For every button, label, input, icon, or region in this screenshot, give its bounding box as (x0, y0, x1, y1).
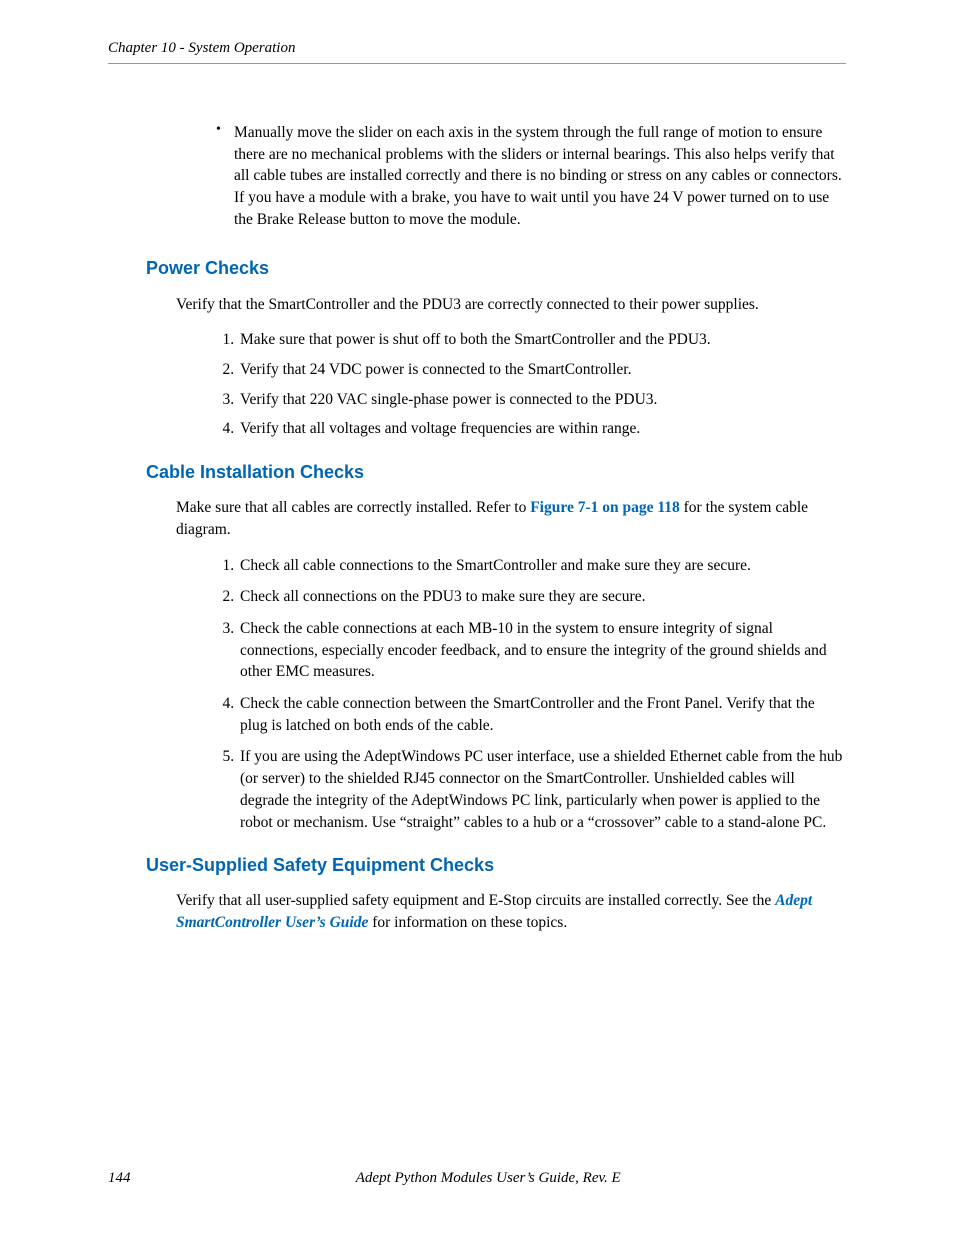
safety-post: for information on these topics. (368, 914, 567, 931)
list-item: Check the cable connection between the S… (238, 693, 846, 736)
cable-checks-list: Check all cable connections to the Smart… (198, 555, 846, 834)
list-item: If you are using the AdeptWindows PC use… (238, 746, 846, 833)
intro-bullet-text: Manually move the slider on each axis in… (234, 122, 846, 230)
intro-bullet-item: • Manually move the slider on each axis … (216, 122, 846, 230)
bullet-icon: • (216, 122, 234, 230)
list-item: Check the cable connections at each MB-1… (238, 618, 846, 683)
page-content: • Manually move the slider on each axis … (108, 122, 846, 934)
safety-pre: Verify that all user-supplied safety equ… (176, 892, 775, 909)
figure-link[interactable]: Figure 7-1 on page 118 (530, 499, 680, 516)
list-item: Verify that all voltages and voltage fre… (238, 418, 846, 440)
list-item: Verify that 24 VDC power is connected to… (238, 359, 846, 381)
power-checks-intro: Verify that the SmartController and the … (176, 294, 846, 316)
page-footer: 144 Adept Python Modules User’s Guide, R… (108, 1168, 846, 1189)
heading-safety-checks: User-Supplied Safety Equipment Checks (146, 853, 846, 878)
cable-checks-intro: Make sure that all cables are correctly … (176, 497, 846, 540)
list-item: Check all cable connections to the Smart… (238, 555, 846, 577)
running-header: Chapter 10 - System Operation (108, 38, 846, 64)
list-item: Make sure that power is shut off to both… (238, 329, 846, 351)
safety-checks-text: Verify that all user-supplied safety equ… (176, 890, 846, 933)
list-item: Check all connections on the PDU3 to mak… (238, 586, 846, 608)
footer-title: Adept Python Modules User’s Guide, Rev. … (131, 1168, 847, 1189)
heading-cable-checks: Cable Installation Checks (146, 460, 846, 485)
cable-intro-pre: Make sure that all cables are correctly … (176, 499, 530, 516)
heading-power-checks: Power Checks (146, 256, 846, 281)
power-checks-list: Make sure that power is shut off to both… (198, 329, 846, 440)
list-item: Verify that 220 VAC single-phase power i… (238, 389, 846, 411)
page-number: 144 (108, 1168, 131, 1189)
